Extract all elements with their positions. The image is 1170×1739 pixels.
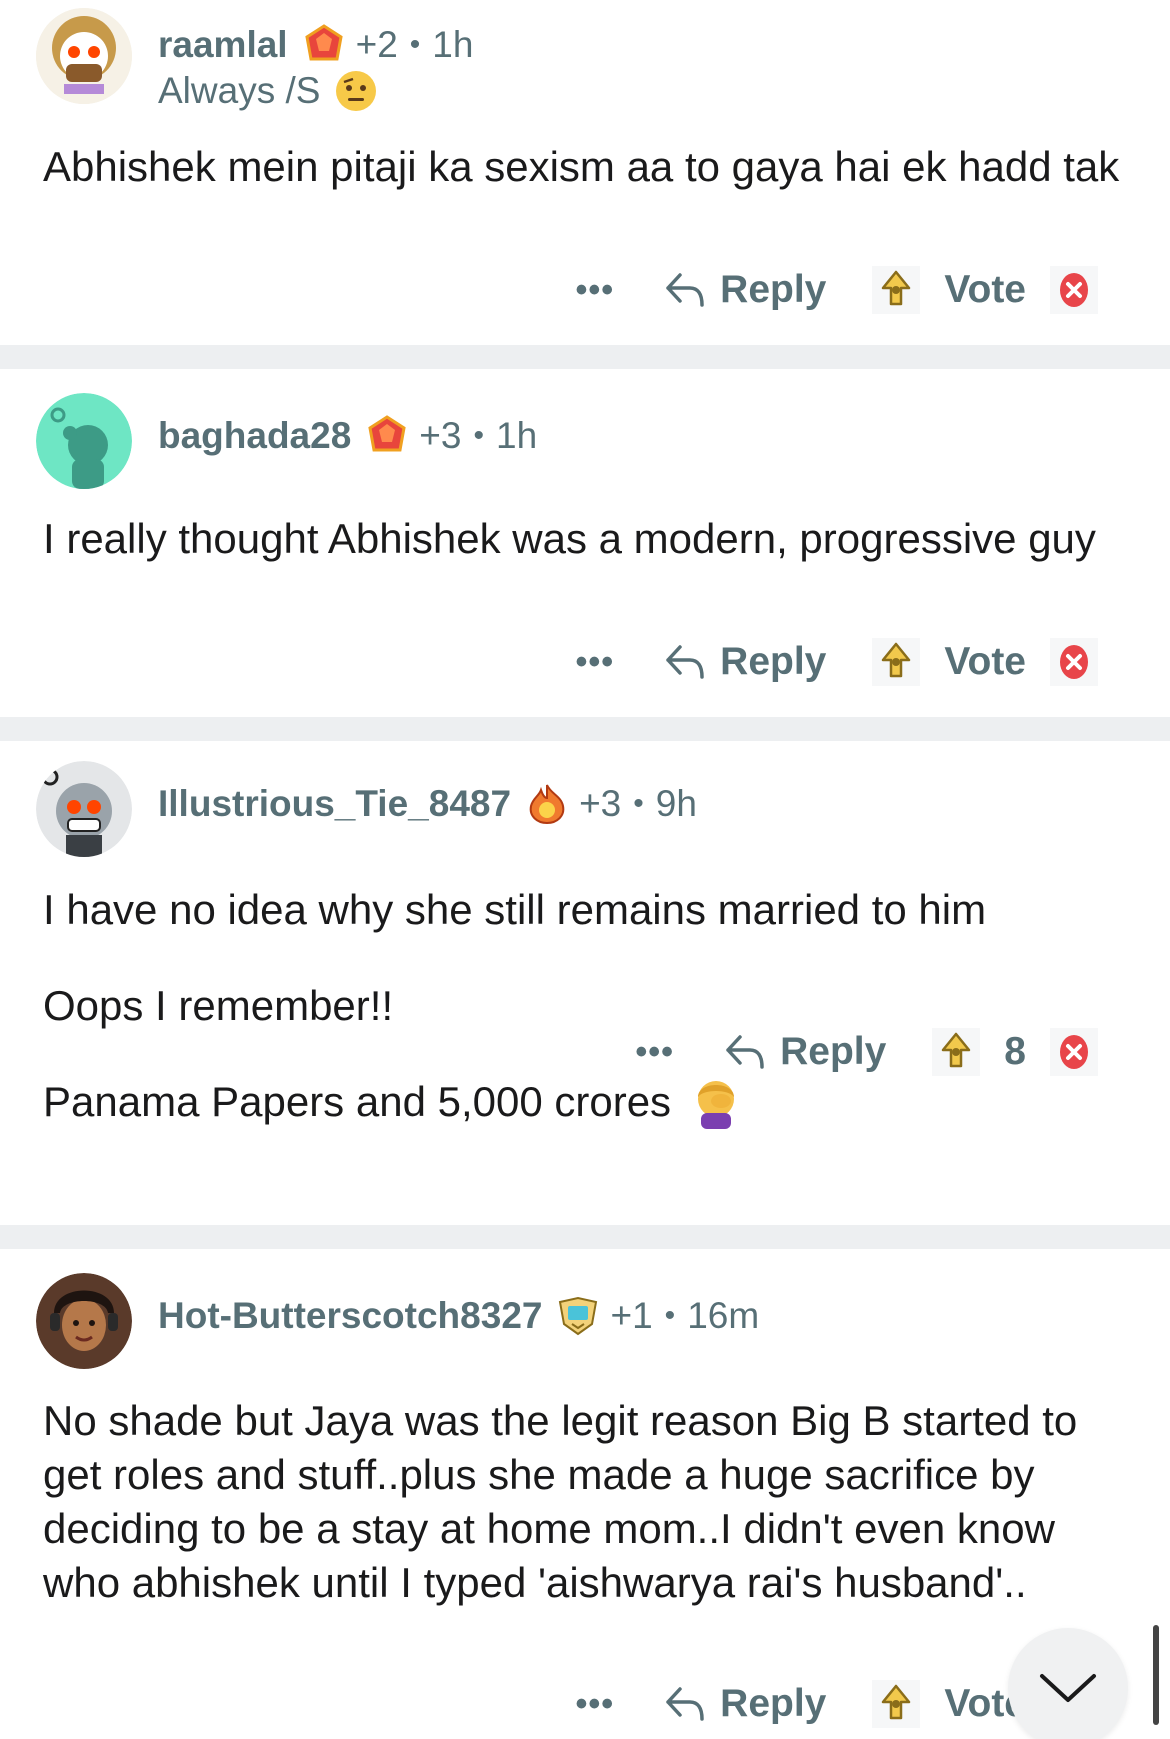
- comment-paragraph: Oops I remember!!: [43, 982, 394, 1029]
- chevron-down-icon: [1040, 1674, 1096, 1702]
- avatar[interactable]: [36, 1273, 132, 1369]
- downvote-icon: [1060, 273, 1088, 307]
- upvote-button[interactable]: [872, 266, 921, 314]
- raised-eyebrow-emoji: [334, 69, 378, 113]
- comment-age: 9h: [655, 783, 697, 824]
- comment-paragraph-text: Panama Papers and 5,000 crores: [43, 1078, 672, 1125]
- scroll-down-button[interactable]: [1008, 1628, 1128, 1739]
- upvote-award-icon: [882, 1684, 911, 1720]
- comment-baghada28: baghada28 +3 • 1h I really thought Abhis…: [0, 369, 1170, 717]
- comment-separator: [0, 1225, 1170, 1249]
- downvote-icon: [1060, 645, 1088, 679]
- separator-dot: •: [633, 787, 644, 820]
- comment-body: I really thought Abhishek was a modern, …: [43, 512, 1123, 566]
- facepalm-emoji: [689, 1075, 743, 1129]
- more-options-button[interactable]: •••: [635, 1033, 674, 1072]
- scrollbar[interactable]: [1153, 1625, 1159, 1725]
- vote-count: 8: [1004, 1030, 1026, 1073]
- comment-paragraph: I really thought Abhishek was a modern, …: [43, 515, 1096, 562]
- reply-label: Reply: [720, 1682, 827, 1725]
- karma-count: +3: [419, 415, 462, 456]
- username[interactable]: baghada28: [158, 415, 351, 457]
- separator-dot: •: [664, 1299, 676, 1332]
- downvote-button[interactable]: [1050, 266, 1098, 314]
- avatar[interactable]: [36, 8, 132, 104]
- reply-arrow-icon: [666, 645, 704, 679]
- comment-age: 16m: [687, 1295, 760, 1336]
- comment-paragraph: No shade but Jaya was the legit reason B…: [43, 1397, 1078, 1606]
- more-options-button[interactable]: •••: [575, 1685, 614, 1724]
- upvote-button[interactable]: [932, 1028, 981, 1076]
- username[interactable]: raamlal: [158, 24, 288, 66]
- ruby-award-icon: [365, 414, 409, 458]
- comment-age: 1h: [432, 24, 474, 65]
- comment-illustrious-tie: Illustrious_Tie_8487 +3 • 9h I have no i…: [0, 741, 1170, 1225]
- reply-label: Reply: [780, 1030, 887, 1073]
- user-flair-text: Always /S: [158, 70, 321, 111]
- separator-dot: •: [473, 419, 484, 452]
- user-flair: Always /S: [158, 68, 378, 114]
- comment-body: I have no idea why she still remains mar…: [43, 883, 1123, 1129]
- reply-button[interactable]: Reply: [724, 1030, 886, 1074]
- reply-label: Reply: [720, 640, 827, 683]
- karma-count: +2: [355, 24, 398, 65]
- fire-award-icon: [525, 782, 569, 826]
- comment-age: 1h: [496, 415, 538, 456]
- shield-award-icon: [556, 1294, 600, 1338]
- comment-actions: ••• Reply Vote: [575, 265, 1098, 315]
- upvote-award-icon: [882, 270, 911, 306]
- comment-raamlal: raamlal +2 • 1h Always /S Abhishek mein …: [0, 0, 1170, 345]
- comment-actions: ••• Reply 8: [635, 1027, 1098, 1077]
- reply-arrow-icon: [666, 1687, 704, 1721]
- karma-count: +1: [610, 1295, 653, 1336]
- upvote-button[interactable]: [872, 638, 921, 686]
- comment-meta: Hot-Butterscotch8327 +1 • 16m: [158, 1293, 759, 1339]
- comment-body: Abhishek mein pitaji ka sexism aa to gay…: [43, 140, 1123, 194]
- comment-meta: baghada28 +3 • 1h: [158, 413, 537, 459]
- reply-arrow-icon: [666, 273, 704, 307]
- upvote-button[interactable]: [872, 1680, 921, 1728]
- reply-label: Reply: [720, 268, 827, 311]
- reply-button[interactable]: Reply: [664, 640, 826, 684]
- comment-paragraph: I have no idea why she still remains mar…: [43, 886, 987, 933]
- upvote-award-icon: [942, 1032, 971, 1068]
- comment-separator: [0, 717, 1170, 741]
- ruby-award-icon: [302, 23, 346, 67]
- username[interactable]: Illustrious_Tie_8487: [158, 783, 511, 825]
- comment-separator: [0, 345, 1170, 369]
- comment-actions: ••• Reply Vote: [575, 637, 1098, 687]
- comment-paragraph: Panama Papers and 5,000 crores: [43, 1075, 1123, 1129]
- downvote-button[interactable]: [1050, 1028, 1098, 1076]
- avatar[interactable]: [36, 761, 132, 857]
- reply-arrow-icon: [726, 1035, 764, 1069]
- more-options-button[interactable]: •••: [575, 643, 614, 682]
- karma-count: +3: [579, 783, 622, 824]
- avatar[interactable]: [36, 393, 132, 489]
- reply-button[interactable]: Reply: [664, 268, 826, 312]
- comment-meta: raamlal +2 • 1h: [158, 22, 473, 68]
- comment-paragraph: Abhishek mein pitaji ka sexism aa to gay…: [43, 143, 1120, 190]
- comment-hot-butterscotch: Hot-Butterscotch8327 +1 • 16m No shade b…: [0, 1249, 1170, 1739]
- comment-meta: Illustrious_Tie_8487 +3 • 9h: [158, 781, 697, 827]
- reply-button[interactable]: Reply: [664, 1682, 826, 1726]
- comment-thread: raamlal +2 • 1h Always /S Abhishek mein …: [0, 0, 1170, 1739]
- upvote-award-icon: [882, 642, 911, 678]
- downvote-icon: [1060, 1035, 1088, 1069]
- downvote-button[interactable]: [1050, 638, 1098, 686]
- vote-count: Vote: [944, 268, 1026, 311]
- vote-count: Vote: [944, 640, 1026, 683]
- comment-body: No shade but Jaya was the legit reason B…: [43, 1394, 1123, 1610]
- more-options-button[interactable]: •••: [575, 271, 614, 310]
- username[interactable]: Hot-Butterscotch8327: [158, 1295, 542, 1337]
- separator-dot: •: [409, 28, 421, 61]
